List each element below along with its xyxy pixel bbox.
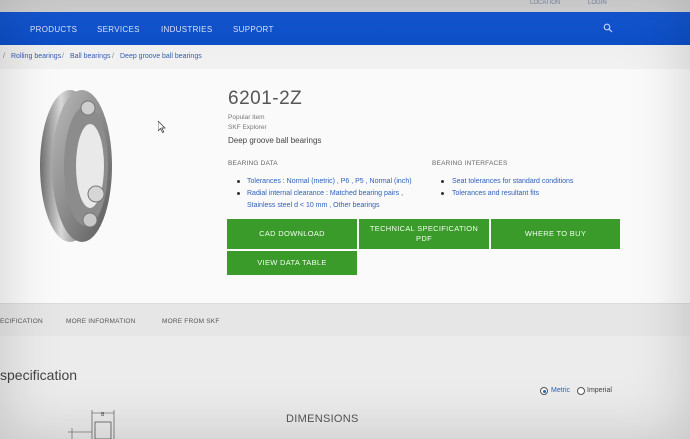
breadcrumb-separator: / (62, 53, 64, 60)
section-tabs: ECIFICATION MORE INFORMATION MORE FROM S… (0, 303, 690, 336)
bearing-data-heading: BEARING DATA (228, 160, 278, 167)
mouse-cursor-icon (158, 121, 166, 133)
breadcrumb-deep-groove[interactable]: Deep groove ball bearings (120, 53, 202, 60)
where-to-buy-button[interactable]: WHERE TO BUY (491, 219, 620, 249)
resultant-fits-link[interactable]: Tolerances and resultant fits (452, 190, 539, 197)
specification-heading: specification (0, 367, 78, 383)
nav-item-products[interactable]: PRODUCTS (30, 25, 77, 34)
dimensions-heading: DIMENSIONS (286, 413, 359, 425)
nav-item-support[interactable]: SUPPORT (233, 25, 274, 34)
breadcrumb-separator: / (3, 53, 5, 60)
skf-explorer-tag: SKF Explorer (228, 124, 267, 131)
bullet-icon (237, 192, 240, 195)
view-data-table-label: VIEW DATA TABLE (257, 258, 327, 267)
bearing-image (40, 90, 112, 242)
technical-specification-label: TECHNICAL SPECIFICATION (369, 224, 479, 233)
cad-download-label: CAD DOWNLOAD (259, 229, 325, 238)
utility-bar: LOCATION LOGIN (0, 0, 690, 12)
seat-tolerances-link[interactable]: Seat tolerances for standard conditions (452, 178, 573, 185)
technical-specification-pdf-button[interactable]: TECHNICAL SPECIFICATION PDF (359, 219, 489, 249)
imperial-label[interactable]: Imperial (587, 387, 612, 394)
breadcrumb-ball-bearings[interactable]: Ball bearings (70, 53, 110, 60)
tolerances-link[interactable]: Tolerances : Normal (metric) , P6 , P5 ,… (247, 178, 412, 185)
search-icon[interactable] (603, 23, 613, 33)
nav-item-services[interactable]: SERVICES (97, 25, 140, 34)
product-title: 6201-2Z (228, 88, 303, 109)
tab-more-from-skf[interactable]: MORE FROM SKF (162, 318, 220, 325)
bearing-interfaces-heading: BEARING INTERFACES (432, 160, 508, 167)
login-link[interactable]: LOGIN (588, 0, 607, 6)
tab-more-information[interactable]: MORE INFORMATION (66, 318, 136, 325)
where-to-buy-label: WHERE TO BUY (524, 229, 587, 238)
breadcrumb-rolling-bearings[interactable]: Rolling bearings (11, 53, 61, 60)
product-description: Deep groove ball bearings (228, 136, 322, 145)
metric-label[interactable]: Metric (551, 387, 570, 394)
view-data-table-button[interactable]: VIEW DATA TABLE (227, 251, 357, 275)
tab-specification[interactable]: ECIFICATION (0, 318, 43, 325)
stainless-steel-link[interactable]: Stainless steel d < 10 mm , Other bearin… (247, 202, 379, 209)
drawing-dimension-label: B (101, 412, 105, 418)
breadcrumb: / Rolling bearings / Ball bearings / Dee… (0, 45, 690, 69)
location-link[interactable]: LOCATION (530, 0, 560, 6)
metric-radio[interactable] (540, 387, 548, 395)
dimension-drawing: B (68, 410, 115, 439)
popular-item-tag: Popular item (228, 114, 265, 121)
main-nav: PRODUCTS SERVICES INDUSTRIES SUPPORT (0, 12, 690, 45)
radial-clearance-link[interactable]: Radial internal clearance : Matched bear… (247, 190, 403, 197)
breadcrumb-separator: / (112, 53, 114, 60)
bullet-icon (237, 180, 240, 183)
cad-download-button[interactable]: CAD DOWNLOAD (227, 219, 357, 249)
pdf-label: PDF (416, 234, 432, 243)
bullet-icon (441, 180, 444, 183)
nav-item-industries[interactable]: INDUSTRIES (161, 25, 212, 34)
bullet-icon (441, 192, 444, 195)
imperial-radio[interactable] (577, 387, 585, 395)
